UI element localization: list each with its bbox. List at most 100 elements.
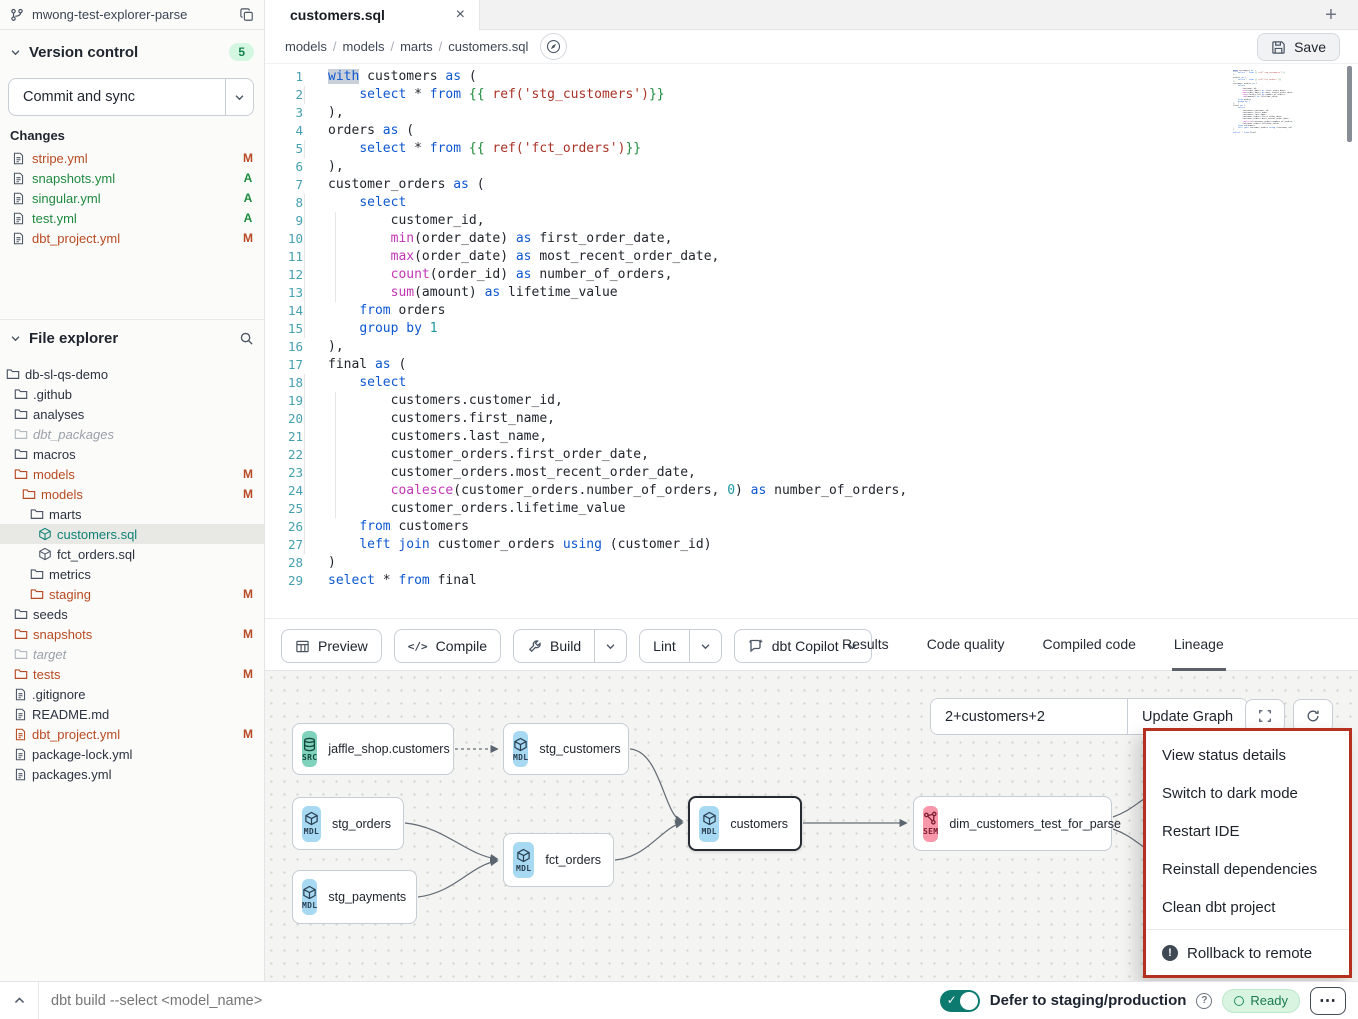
command-input[interactable] [51,993,551,1009]
breadcrumb[interactable]: models/models/marts/customers.sql [285,39,528,54]
tab-lineage[interactable]: Lineage [1172,619,1226,671]
breadcrumb-item[interactable]: customers.sql [448,39,528,54]
code-line: 2 select * from {{ ref('stg_customers')}… [265,86,1358,104]
code-line: 24 coalesce(customer_orders.number_of_or… [265,482,1358,500]
code-line: 18 select [265,374,1358,392]
ready-label: Ready [1250,993,1288,1008]
change-item[interactable]: singular.ymlA [0,188,264,208]
version-control-header[interactable]: Version control 5 [0,40,264,64]
change-item[interactable]: dbt_project.ymlM [0,228,264,248]
graph-selector-input[interactable] [931,699,1127,734]
code-line: 3), [265,104,1358,122]
lineage-node-customers[interactable]: MDLcustomers [688,796,802,851]
close-tab-icon[interactable]: × [456,7,465,23]
tab-compiled-code[interactable]: Compiled code [1041,619,1138,671]
node-type-icon: MDL [699,806,719,842]
lineage-node-fct_orders[interactable]: MDLfct_orders [503,833,614,887]
file-tree-item[interactable]: .github [0,384,264,404]
menu-item-rollback-to-remote[interactable]: !Rollback to remote [1146,934,1349,972]
file-tree-item[interactable]: dbt_project.ymlM [0,724,264,744]
branch-row[interactable]: mwong-test-explorer-parse [0,0,264,30]
commit-and-sync-button[interactable]: Commit and sync [8,78,254,116]
help-icon[interactable]: ? [1196,993,1212,1009]
file-tree-item[interactable]: seeds [0,604,264,624]
copy-branch-icon[interactable] [240,8,254,22]
command-input-wrap [38,982,940,1019]
section-divider [0,319,264,320]
search-icon[interactable] [239,331,254,346]
file-tree-item[interactable]: customers.sql [0,524,264,544]
more-options-button[interactable]: ⋯ [1310,987,1346,1015]
lineage-node-jaffle_shop.customers[interactable]: SRCjaffle_shop.customers [292,723,454,775]
change-item[interactable]: test.ymlA [0,208,264,228]
file-tree-item[interactable]: snapshotsM [0,624,264,644]
file-tree-item[interactable]: .gitignore [0,684,264,704]
line-number: 13 [265,284,303,302]
file-tree-item[interactable]: db-sl-qs-demo [0,364,264,384]
branch-name: mwong-test-explorer-parse [32,7,232,22]
menu-item-view-status-details[interactable]: View status details [1146,736,1349,774]
code-line: 25 customer_orders.lifetime_value [265,500,1358,518]
preview-button[interactable]: Preview [281,629,382,663]
file-tree-item[interactable]: stagingM [0,584,264,604]
tab-code-quality[interactable]: Code quality [925,619,1007,671]
file-tree-item[interactable]: modelsM [0,464,264,484]
breadcrumb-item[interactable]: models [343,39,385,54]
line-number: 27 [265,536,303,554]
lineage-node-stg_orders[interactable]: MDLstg_orders [292,797,404,850]
file-tree-item[interactable]: package-lock.yml [0,744,264,764]
file-tree-item[interactable]: modelsM [0,484,264,504]
change-item[interactable]: stripe.ymlM [0,148,264,168]
line-number: 21 [265,428,303,446]
file-tree-item[interactable]: fct_orders.sql [0,544,264,564]
menu-item-restart-ide[interactable]: Restart IDE [1146,812,1349,850]
defer-toggle[interactable]: ✓ [940,990,980,1012]
change-item[interactable]: snapshots.ymlA [0,168,264,188]
file-tree-item[interactable]: README.md [0,704,264,724]
file-tree-item[interactable]: dbt_packages [0,424,264,444]
change-file-name: dbt_project.yml [32,231,235,246]
line-number: 24 [265,482,303,500]
tab-results[interactable]: Results [840,619,891,671]
code-editor[interactable]: 1with customers as (2 select * from {{ r… [265,64,1358,618]
open-in-docs-button[interactable] [540,33,567,60]
file-tree-item[interactable]: macros [0,444,264,464]
file-tree-item[interactable]: marts [0,504,264,524]
menu-item-reinstall-dependencies[interactable]: Reinstall dependencies [1146,850,1349,888]
breadcrumb-item[interactable]: marts [400,39,433,54]
lineage-node-dim_customers_test_for_parse[interactable]: SEMdim_customers_test_for_parse [913,796,1112,851]
lineage-node-stg_payments[interactable]: MDLstg_payments [292,870,417,924]
save-button[interactable]: Save [1257,33,1340,61]
compile-button[interactable]: </> Compile [394,629,501,663]
file-tree-item[interactable]: metrics [0,564,264,584]
editor-minimap[interactable]: with customers as ( select * from {{ ref… [1233,70,1295,134]
menu-item-switch-to-dark-mode[interactable]: Switch to dark mode [1146,774,1349,812]
editor-scrollbar[interactable] [1347,66,1352,142]
wrench-icon [527,639,542,654]
file-explorer-header[interactable]: File explorer [0,326,264,350]
lineage-node-stg_customers[interactable]: MDLstg_customers [503,723,629,775]
new-tab-button[interactable]: + [1318,2,1344,28]
command-bar-collapse-button[interactable] [0,994,38,1007]
tree-item-name: macros [33,447,254,462]
build-split-button[interactable]: Build [513,629,627,663]
tree-item-name: dbt_project.yml [32,727,237,742]
status-ready-badge[interactable]: Ready [1222,989,1300,1013]
file-tree-item[interactable]: target [0,644,264,664]
chevron-down-icon [10,47,21,58]
commit-options-chevron[interactable] [225,79,253,115]
build-options-chevron[interactable] [594,630,626,662]
line-number: 1 [265,68,303,86]
file-icon [12,232,25,245]
file-tree-item[interactable]: packages.yml [0,764,264,784]
line-number: 3 [265,104,303,122]
file-tree-item[interactable]: testsM [0,664,264,684]
tab-customers-sql[interactable]: customers.sql × [265,0,480,30]
file-tree-item[interactable]: analyses [0,404,264,424]
menu-item-clean-dbt-project[interactable]: Clean dbt project [1146,888,1349,926]
change-status: A [242,191,254,205]
breadcrumb-item[interactable]: models [285,39,327,54]
lint-split-button[interactable]: Lint [639,629,722,663]
lint-options-chevron[interactable] [689,630,721,662]
tree-item-name: seeds [33,607,254,622]
